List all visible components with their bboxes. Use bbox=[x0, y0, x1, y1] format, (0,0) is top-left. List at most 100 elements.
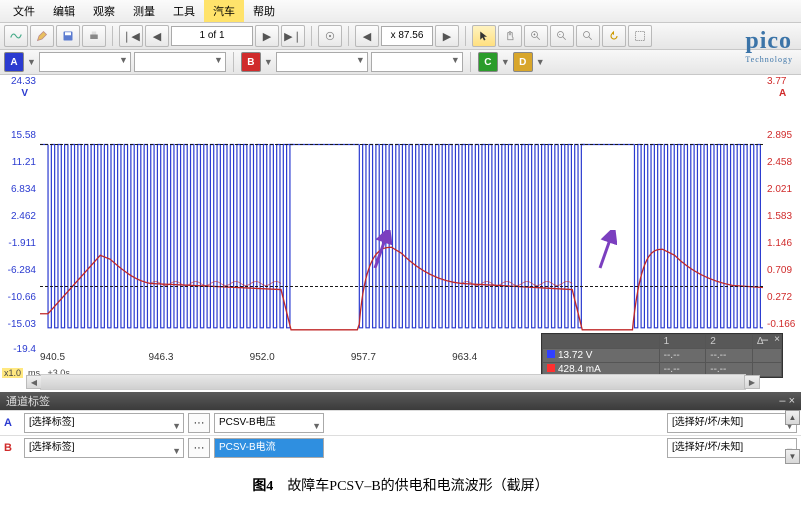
label-select-b[interactable]: [选择标签]▼ bbox=[24, 438, 184, 458]
print-icon[interactable] bbox=[82, 25, 106, 47]
channel-labels-tab[interactable]: 通道标签 – × bbox=[0, 392, 801, 410]
svg-text:-: - bbox=[559, 32, 561, 37]
separator bbox=[311, 26, 312, 46]
scroll-left-icon[interactable]: ◀ bbox=[26, 375, 42, 389]
next-page-icon[interactable]: ▶ bbox=[255, 25, 279, 47]
channel-labels-grid: A [选择标签]▼ ··· PCSV-B电压▼ [选择好/坏/未知]▼ B [选… bbox=[0, 410, 801, 462]
menu-edit[interactable]: 编辑 bbox=[44, 0, 84, 22]
ruler-h-voltage[interactable] bbox=[40, 144, 763, 145]
channel-c-button[interactable]: C bbox=[478, 52, 498, 72]
meas-row-a: 13.72 V--.----.-- bbox=[543, 349, 782, 363]
measurement-panel[interactable]: – × 12Δ 13.72 V--.----.-- 428.4 mA--.---… bbox=[541, 333, 783, 378]
axis-right-tick: 1.146 bbox=[767, 238, 792, 249]
menu-help[interactable]: 帮助 bbox=[244, 0, 284, 22]
label-status-b[interactable]: [选择好/坏/未知]▼ bbox=[667, 438, 797, 458]
axis-right-unit: A bbox=[779, 88, 786, 99]
channel-b-coupling-dropdown[interactable]: ▼ bbox=[371, 52, 463, 72]
axis-left-tick: 15.58 bbox=[11, 130, 36, 141]
hand-icon[interactable] bbox=[498, 25, 522, 47]
page-indicator[interactable]: 1 of 1 bbox=[171, 26, 253, 46]
axis-left-tick: -15.03 bbox=[8, 319, 36, 330]
axis-left-tick: -19.4 bbox=[13, 344, 36, 355]
axis-left-tick: 6.834 bbox=[11, 184, 36, 195]
channel-a-range-dropdown[interactable]: ▼ bbox=[39, 52, 131, 72]
axis-left-tick: -10.66 bbox=[8, 292, 36, 303]
x-tick: 957.7 bbox=[351, 352, 376, 363]
more-button[interactable]: ··· bbox=[188, 413, 210, 433]
menu-view[interactable]: 观察 bbox=[84, 0, 124, 22]
first-page-icon[interactable]: ❘◀ bbox=[119, 25, 143, 47]
x-tick: 940.5 bbox=[40, 352, 65, 363]
separator bbox=[470, 52, 471, 72]
axis-right-tick: 0.709 bbox=[767, 265, 792, 276]
scroll-thumb[interactable] bbox=[41, 375, 745, 389]
separator bbox=[465, 26, 466, 46]
minimize-icon[interactable]: – bbox=[761, 332, 768, 346]
channel-d-button[interactable]: D bbox=[513, 52, 533, 72]
waveform-svg bbox=[40, 80, 763, 352]
zoom-out-icon[interactable]: - bbox=[550, 25, 574, 47]
prev-page-icon[interactable]: ◀ bbox=[145, 25, 169, 47]
plot-canvas[interactable] bbox=[40, 80, 763, 352]
axis-right-tick: 2.458 bbox=[767, 157, 792, 168]
pencil-icon[interactable] bbox=[30, 25, 54, 47]
x-tick: 952.0 bbox=[250, 352, 275, 363]
label-status-a[interactable]: [选择好/坏/未知]▼ bbox=[667, 413, 797, 433]
y-axis-left[interactable]: 24.33 V 15.58 11.21 6.834 2.462 -1.911 -… bbox=[2, 76, 38, 352]
zoom-in-icon[interactable]: + bbox=[524, 25, 548, 47]
channel-b-button[interactable]: B bbox=[241, 52, 261, 72]
label-name-b[interactable]: PCSV-B电流 bbox=[214, 438, 324, 458]
save-icon[interactable] bbox=[56, 25, 80, 47]
x-tick: 963.4 bbox=[452, 352, 477, 363]
axis-right-tick: 2.895 bbox=[767, 130, 792, 141]
channel-b-range-dropdown[interactable]: ▼ bbox=[276, 52, 368, 72]
close-icon[interactable]: – × bbox=[779, 395, 795, 407]
main-toolbar: ❘◀ ◀ 1 of 1 ▶ ▶❘ ◀ x 87.56 ▶ + - bbox=[0, 23, 801, 50]
zoom-indicator[interactable]: x 87.56 bbox=[381, 26, 433, 46]
axis-right-tick: -0.166 bbox=[767, 319, 795, 330]
menu-automotive[interactable]: 汽车 bbox=[204, 0, 244, 22]
menu-file[interactable]: 文件 bbox=[4, 0, 44, 22]
axis-left-tick: 24.33 bbox=[11, 76, 36, 87]
undo-zoom-icon[interactable] bbox=[602, 25, 626, 47]
scroll-down-icon[interactable]: ▼ bbox=[785, 449, 800, 464]
axis-left-tick: 11.21 bbox=[12, 157, 36, 168]
channel-badge-b: B bbox=[4, 442, 20, 454]
close-icon[interactable]: × bbox=[774, 334, 780, 345]
more-button[interactable]: ··· bbox=[188, 438, 210, 458]
x-tick: 946.3 bbox=[148, 352, 173, 363]
axis-right-tick: 0.272 bbox=[767, 292, 792, 303]
annotation-arrow bbox=[370, 230, 392, 270]
waveform-plot: 24.33 V 15.58 11.21 6.834 2.462 -1.911 -… bbox=[0, 76, 801, 372]
zoom-fit-icon[interactable] bbox=[576, 25, 600, 47]
axis-right-tick: 2.021 bbox=[767, 184, 792, 195]
y-axis-right[interactable]: 3.77 A 2.895 2.458 2.021 1.583 1.146 0.7… bbox=[765, 76, 799, 352]
label-name-a[interactable]: PCSV-B电压▼ bbox=[214, 413, 324, 433]
channel-a-coupling-dropdown[interactable]: ▼ bbox=[134, 52, 226, 72]
scroll-right-icon[interactable]: ▶ bbox=[744, 375, 760, 389]
target-icon[interactable] bbox=[318, 25, 342, 47]
axis-left-tick: 2.462 bbox=[11, 211, 36, 222]
pointer-icon[interactable] bbox=[472, 25, 496, 47]
pico-logo: picoTechnology bbox=[745, 28, 793, 64]
zoom-prev-icon[interactable]: ◀ bbox=[355, 25, 379, 47]
scroll-up-icon[interactable]: ▲ bbox=[785, 410, 800, 425]
menu-measure[interactable]: 测量 bbox=[124, 0, 164, 22]
axis-left-unit: V bbox=[21, 88, 28, 99]
label-select-a[interactable]: [选择标签]▼ bbox=[24, 413, 184, 433]
ruler-h-current[interactable] bbox=[40, 286, 763, 287]
scope-icon[interactable] bbox=[4, 25, 28, 47]
channel-badge-a: A bbox=[4, 417, 20, 429]
axis-left-tick: -6.284 bbox=[8, 265, 36, 276]
h-scrollbar[interactable]: ◀ ▶ bbox=[40, 374, 746, 390]
v-scroll-buttons: ▲ ▼ bbox=[785, 410, 798, 464]
separator bbox=[233, 52, 234, 72]
last-page-icon[interactable]: ▶❘ bbox=[281, 25, 305, 47]
marquee-zoom-icon[interactable] bbox=[628, 25, 652, 47]
menu-tools[interactable]: 工具 bbox=[164, 0, 204, 22]
separator bbox=[112, 26, 113, 46]
zoom-next-icon[interactable]: ▶ bbox=[435, 25, 459, 47]
channel-a-button[interactable]: A bbox=[4, 52, 24, 72]
axis-left-tick: -1.911 bbox=[8, 238, 36, 249]
separator bbox=[348, 26, 349, 46]
